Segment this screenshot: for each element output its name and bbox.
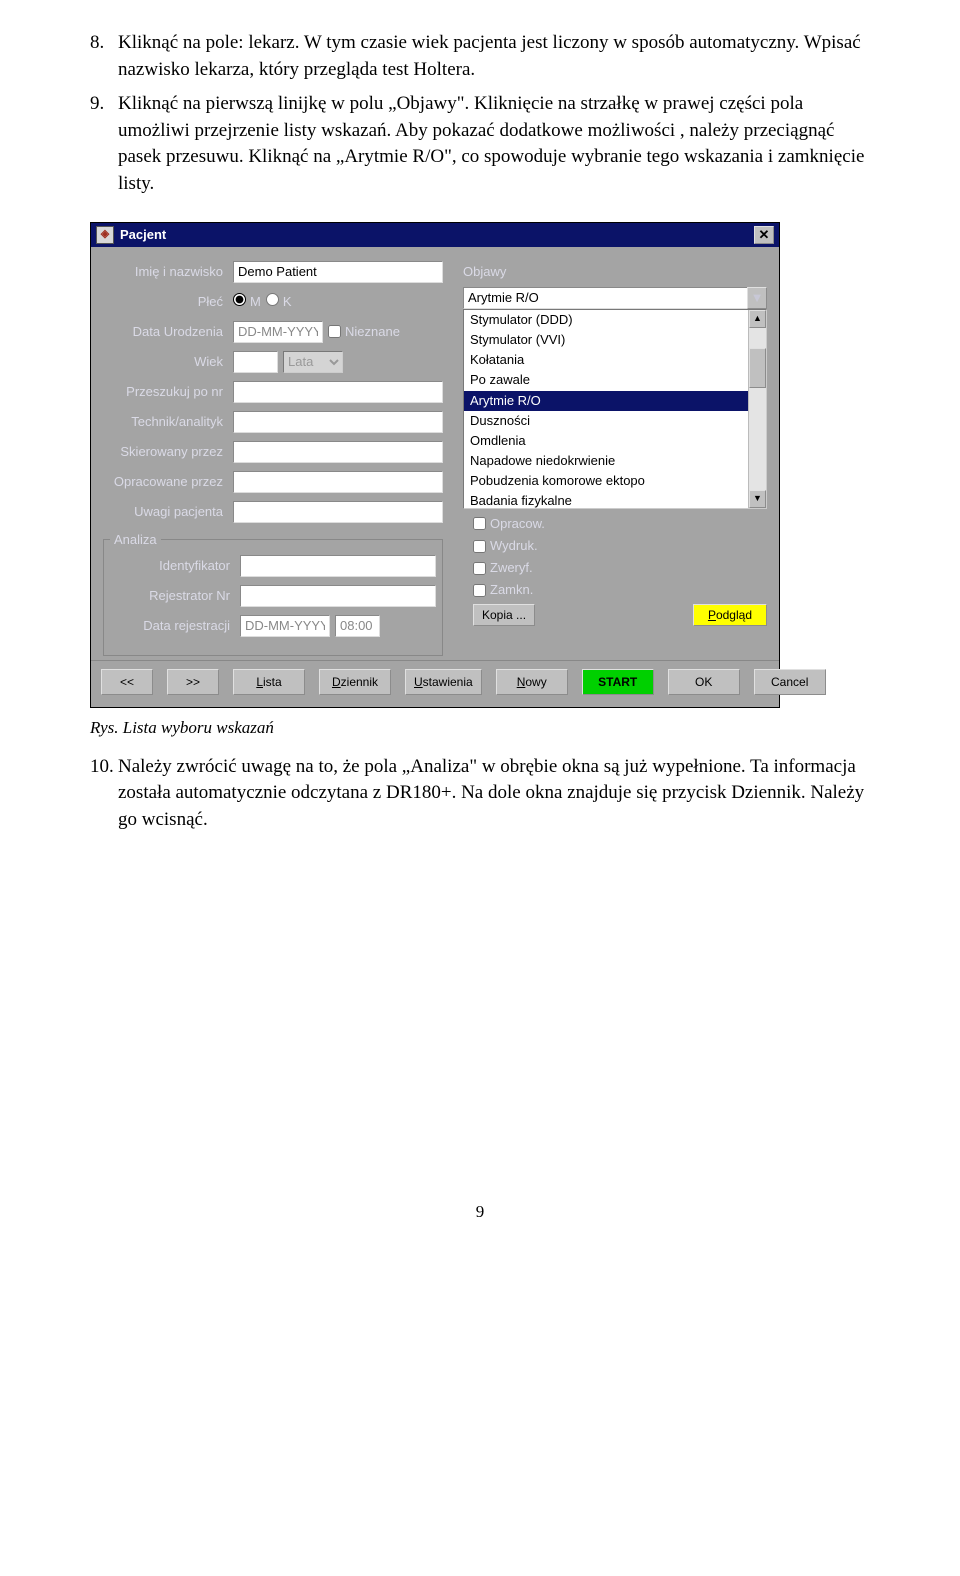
unknown-checkbox[interactable]: Nieznane (328, 323, 400, 341)
dob-label: Data Urodzenia (103, 323, 233, 341)
wydruk-checkbox[interactable]: Wydruk. (463, 537, 767, 555)
id-label: Identyfikator (110, 557, 240, 575)
ustawienia-button[interactable]: Ustawienia (405, 669, 482, 695)
zamkn-checkbox[interactable]: Zamkn. (463, 581, 767, 599)
figure-caption: Rys. Lista wyboru wskazań (90, 716, 870, 740)
search-label: Przeszukuj po nr (103, 383, 233, 401)
notes-label: Uwagi pacjenta (103, 503, 233, 521)
list-item[interactable]: Omdlenia (464, 431, 748, 451)
scroll-down-icon[interactable]: ▼ (749, 490, 766, 508)
sex-label: Płeć (103, 293, 233, 311)
search-input[interactable] (233, 381, 443, 403)
scroll-thumb[interactable] (749, 348, 766, 388)
lista-button[interactable]: Lista (233, 669, 305, 695)
step9-text: Kliknąć na pierwszą linijkę w polu „Obja… (118, 91, 870, 197)
scroll-up-icon[interactable]: ▲ (749, 310, 766, 328)
recorder-input[interactable] (240, 585, 436, 607)
window-title: Pacjent (120, 226, 166, 244)
close-button[interactable]: ✕ (754, 226, 774, 244)
list-item[interactable]: Pobudzenia komorowe ektopo (464, 471, 748, 491)
dialog-screenshot: ◈ Pacjent ✕ Imię i nazwisko Płeć M K (90, 222, 870, 708)
name-label: Imię i nazwisko (103, 263, 233, 281)
procby-label: Opracowane przez (103, 473, 233, 491)
step10-number: 10. (90, 754, 118, 840)
list-item[interactable]: Badania fizykalne (464, 491, 748, 507)
scroll-track[interactable] (749, 328, 766, 490)
kopia-button[interactable]: Kopia ... (473, 604, 535, 626)
list-item[interactable]: Po zawale (464, 370, 748, 390)
list-item[interactable]: Stymulator (VVI) (464, 330, 748, 350)
refby-input[interactable] (233, 441, 443, 463)
dob-input[interactable] (233, 321, 323, 343)
age-input[interactable] (233, 351, 278, 373)
page-number: 9 (90, 1200, 870, 1224)
title-bar: ◈ Pacjent ✕ (91, 223, 779, 247)
step9-number: 9. (90, 91, 118, 203)
nowy-button[interactable]: Nowy (496, 669, 568, 695)
radio-m[interactable]: M (233, 293, 261, 311)
list-item[interactable]: Napadowe niedokrwienie (464, 451, 748, 471)
refby-label: Skierowany przez (103, 443, 233, 461)
analiza-legend: Analiza (110, 531, 161, 549)
objawy-label: Objawy (463, 263, 506, 281)
podglad-button[interactable]: Podgląd (693, 604, 767, 626)
list-item[interactable]: Duszności (464, 411, 748, 431)
prev-button[interactable]: << (101, 669, 153, 695)
age-unit-select[interactable]: Lata (283, 351, 343, 373)
list-item[interactable]: Stymulator (DDD) (464, 310, 748, 330)
notes-input[interactable] (233, 501, 443, 523)
ok-button[interactable]: OK (668, 669, 740, 695)
dziennik-button[interactable]: Dziennik (319, 669, 391, 695)
recorder-label: Rejestrator Nr (110, 587, 240, 605)
procby-input[interactable] (233, 471, 443, 493)
objawy-combo-input[interactable] (463, 287, 747, 309)
list-item[interactable]: Arytmie R/O (464, 391, 748, 411)
objawy-listbox[interactable]: Stymulator (DDD)Stymulator (VVI)Kołatani… (463, 309, 767, 509)
id-input[interactable] (240, 555, 436, 577)
step10-text: Należy zwrócić uwagę na to, że pola „Ana… (118, 754, 870, 834)
opracow-checkbox[interactable]: Opracow. (463, 515, 767, 533)
start-button[interactable]: START (582, 669, 654, 695)
step8-text: Kliknąć na pole: lekarz. W tym czasie wi… (118, 30, 870, 83)
step8-number: 8. (90, 30, 118, 89)
zweryf-checkbox[interactable]: Zweryf. (463, 559, 767, 577)
regtime-input[interactable] (335, 615, 380, 637)
radio-k[interactable]: K (266, 293, 292, 311)
scrollbar[interactable]: ▲ ▼ (748, 310, 766, 508)
chevron-down-icon[interactable]: ▼ (747, 287, 767, 309)
tech-input[interactable] (233, 411, 443, 433)
objawy-combo[interactable]: ▼ (463, 287, 767, 309)
list-item[interactable]: Kołatania (464, 350, 748, 370)
name-input[interactable] (233, 261, 443, 283)
regdate-label: Data rejestracji (110, 617, 240, 635)
regdate-input[interactable] (240, 615, 330, 637)
app-icon: ◈ (96, 226, 114, 244)
next-button[interactable]: >> (167, 669, 219, 695)
cancel-button[interactable]: Cancel (754, 669, 826, 695)
age-label: Wiek (103, 353, 233, 371)
analiza-group: Analiza Identyfikator Rejestrator Nr Dat… (103, 531, 443, 656)
tech-label: Technik/analityk (103, 413, 233, 431)
